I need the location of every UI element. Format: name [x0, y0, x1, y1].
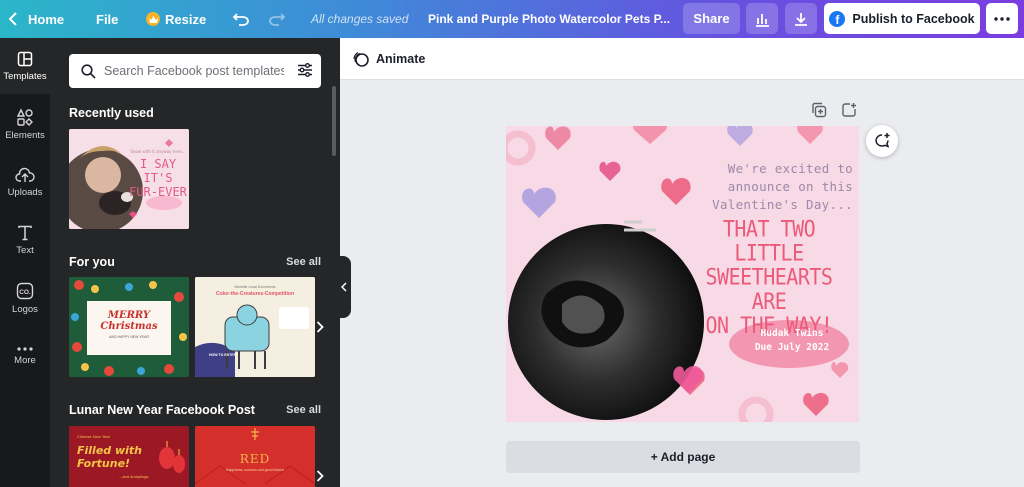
- share-label: Share: [693, 11, 730, 26]
- rail-label: More: [14, 354, 36, 366]
- animate-button[interactable]: Animate: [352, 38, 425, 80]
- rail-label: Templates: [3, 70, 47, 82]
- fortune-thumb-line1: Chinese New Year: [77, 434, 110, 439]
- template-thumb-christmas[interactable]: MERRY Christmas AND HAPPY NEW YEAR: [69, 277, 189, 377]
- lunar-new-year-title: Lunar New Year Facebook Post: [69, 403, 255, 417]
- page-tools: [811, 102, 857, 118]
- editor-toolbar: Animate: [340, 38, 1024, 80]
- red-thumb-headline: RED: [239, 452, 271, 466]
- for-you-next-arrow[interactable]: [313, 317, 327, 337]
- undo-icon: [232, 13, 249, 26]
- publish-label: Publish to Facebook: [852, 11, 975, 26]
- recent-thumb-line1: Snow with it anyway here...: [130, 149, 186, 154]
- template-thumb-fortune[interactable]: Chinese New Year Filled with Fortune! ..…: [69, 426, 189, 487]
- templates-icon: [17, 51, 33, 66]
- rail-item-templates[interactable]: Templates: [0, 38, 50, 94]
- undo-button[interactable]: [232, 0, 250, 38]
- share-button[interactable]: Share: [683, 3, 740, 34]
- redo-icon: [269, 13, 286, 26]
- comment-plus-icon: [875, 133, 890, 148]
- template-thumb-creatures[interactable]: Newville Local Documents Color-the-Creat…: [195, 277, 315, 377]
- design-intro-text[interactable]: We're excited to announce on this Valent…: [693, 160, 853, 214]
- save-status: All changes saved: [311, 12, 409, 26]
- more-icon: [17, 346, 33, 351]
- rail-label: Elements: [5, 129, 45, 141]
- search-box[interactable]: [69, 54, 321, 88]
- rail-label: Text: [16, 244, 34, 256]
- lunar-see-all[interactable]: See all: [286, 404, 321, 416]
- design-names-text[interactable]: Hudak Twins Due July 2022: [738, 327, 846, 355]
- chevron-right-icon: [316, 321, 324, 333]
- template-thumb-red[interactable]: RED Happiness, success and good fortune: [195, 426, 315, 487]
- more-options-button[interactable]: [986, 3, 1018, 34]
- rail-item-more[interactable]: More: [0, 328, 50, 384]
- rail-item-uploads[interactable]: Uploads: [0, 154, 50, 210]
- top-bar: Home File Resize All changes saved Pink …: [0, 0, 1024, 38]
- svg-text:CO.: CO.: [19, 289, 31, 296]
- chevron-left-icon: [341, 282, 347, 292]
- duplicate-page-icon[interactable]: [811, 102, 827, 118]
- add-page-label: + Add page: [650, 450, 716, 464]
- creatures-thumb-line1: Newville Local Documents: [234, 285, 276, 289]
- resize-label: Resize: [165, 11, 207, 27]
- home-label: Home: [28, 11, 65, 27]
- for-you-see-all[interactable]: See all: [286, 256, 321, 268]
- christmas-thumb-sub: AND HAPPY NEW YEAR: [109, 335, 149, 339]
- animate-icon: [353, 51, 369, 67]
- lunar-next-arrow[interactable]: [313, 466, 327, 486]
- rail-label: Logos: [12, 303, 38, 315]
- download-button[interactable]: [785, 3, 817, 34]
- elements-icon: [16, 107, 33, 126]
- red-thumb-sub: Happiness, success and good fortune: [225, 468, 285, 472]
- add-comment-button[interactable]: [866, 125, 898, 157]
- add-page-icon[interactable]: [841, 102, 857, 118]
- recent-template-thumb[interactable]: Snow with it anyway here... I SAY IT'S F…: [69, 129, 189, 229]
- analytics-button[interactable]: [746, 3, 778, 34]
- download-icon: [795, 12, 807, 26]
- ellipsis-icon: [994, 16, 1010, 21]
- rail-item-elements[interactable]: Elements: [0, 96, 50, 152]
- redo-button[interactable]: [268, 0, 286, 38]
- bar-chart-icon: [756, 13, 769, 27]
- rail-item-text[interactable]: Text: [0, 212, 50, 268]
- fortune-thumb-footer: ...and dumplings.: [119, 474, 150, 479]
- facebook-icon: f: [829, 10, 846, 27]
- creatures-thumb-headline: Color-the-Creatures-Competition: [215, 291, 295, 297]
- rail-label: Uploads: [7, 186, 43, 198]
- side-rail: Templates Elements Uploads Text CO. Logo…: [0, 38, 50, 487]
- uploads-icon: [15, 167, 35, 182]
- animate-label: Animate: [376, 52, 426, 66]
- publish-to-facebook-button[interactable]: f Publish to Facebook: [824, 3, 980, 34]
- christmas-thumb-headline: MERRY Christmas: [100, 310, 158, 332]
- search-input[interactable]: [104, 64, 284, 78]
- logos-icon: CO.: [16, 282, 34, 299]
- chevron-right-icon: [316, 470, 324, 482]
- text-icon: [18, 225, 32, 240]
- design-canvas[interactable]: We're excited to announce on this Valent…: [506, 126, 859, 422]
- filter-icon[interactable]: [297, 62, 313, 78]
- chevron-left-icon: [8, 12, 17, 26]
- document-title[interactable]: Pink and Purple Photo Watercolor Pets P.…: [428, 0, 670, 38]
- crown-icon: [146, 12, 160, 26]
- rail-item-logos[interactable]: CO. Logos: [0, 270, 50, 326]
- creatures-thumb-footer: HOW TO ENTER: [209, 353, 237, 357]
- home-button[interactable]: Home: [8, 0, 64, 38]
- templates-panel: Recently used Snow with it anyway here..…: [50, 38, 340, 487]
- recently-used-title: Recently used: [69, 106, 154, 120]
- panel-scrollbar[interactable]: [332, 86, 336, 156]
- resize-button[interactable]: Resize: [146, 0, 206, 38]
- file-menu[interactable]: File: [96, 0, 118, 38]
- recent-thumb-headline: I SAY IT'S FUR-EVER: [129, 157, 187, 199]
- for-you-title: For you: [69, 255, 115, 269]
- add-page-button[interactable]: + Add page: [506, 441, 860, 473]
- file-label: File: [96, 11, 119, 27]
- search-icon: [81, 63, 96, 79]
- collapse-panel-button[interactable]: [337, 256, 351, 318]
- fortune-thumb-headline: Filled with Fortune!: [77, 444, 143, 470]
- design-headline-text[interactable]: THAT TWO LITTLE SWEETHEARTS ARE ON THE W…: [684, 216, 854, 337]
